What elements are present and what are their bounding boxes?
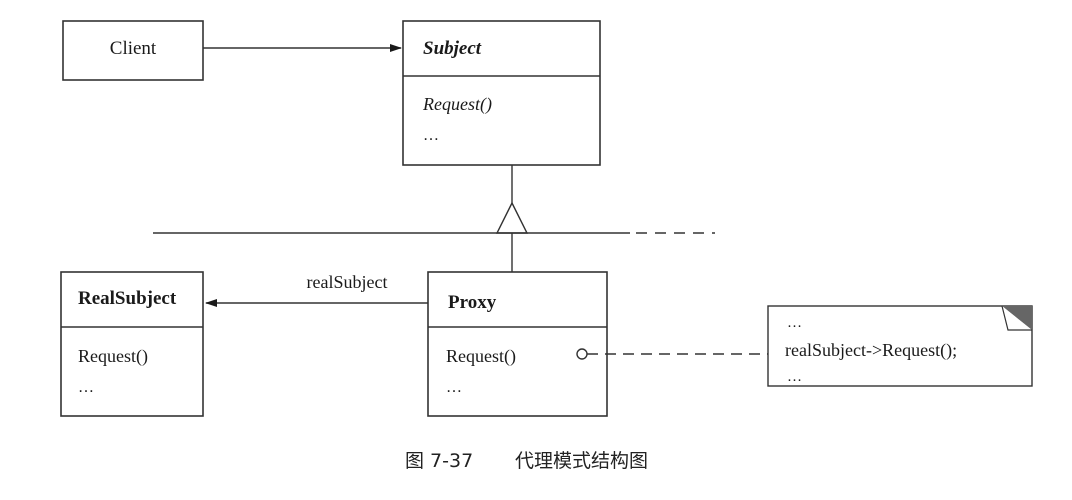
note-line-3: …	[787, 369, 802, 385]
proxy-ellipsis: …	[446, 379, 462, 396]
association-label: realSubject	[307, 272, 388, 292]
client-name: Client	[110, 38, 157, 59]
real-subject-class: RealSubject Request() …	[60, 271, 204, 417]
client-class: Client	[62, 20, 204, 81]
figure-title: 代理模式结构图	[515, 450, 648, 472]
subject-class: Subject Request() …	[402, 20, 601, 166]
inheritance-connector	[153, 165, 715, 272]
subject-operation: Request()	[422, 94, 492, 115]
generalization-triangle-icon	[495, 201, 529, 234]
note-line-2: realSubject->Request();	[785, 340, 957, 361]
note-box: … realSubject->Request(); …	[767, 305, 1033, 387]
proxy-operation: Request()	[446, 346, 516, 367]
real-subject-name: RealSubject	[78, 288, 177, 309]
real-subject-ellipsis: …	[78, 379, 94, 396]
subject-ellipsis: …	[423, 127, 439, 144]
proxy-name: Proxy	[448, 292, 497, 313]
proxy-pattern-diagram: Client Subject Request() … RealSubject R…	[60, 20, 1033, 472]
real-subject-operation: Request()	[78, 346, 148, 367]
note-anchor-circle-icon	[576, 348, 588, 360]
note-line-1: …	[787, 315, 802, 331]
subject-name: Subject	[423, 38, 482, 59]
proxy-class: Proxy Request() …	[427, 271, 608, 417]
figure-number: 图 7-37	[405, 450, 473, 472]
